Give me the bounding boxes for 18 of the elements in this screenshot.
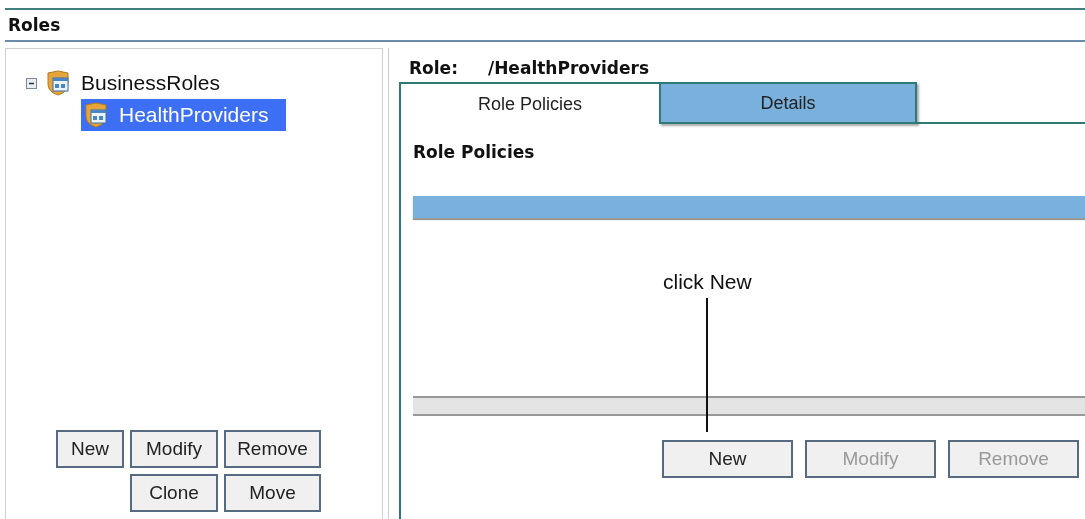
page-title: Roles — [8, 15, 61, 35]
tree-item[interactable]: HealthProviders — [81, 99, 287, 131]
action-button[interactable]: Modify — [130, 430, 218, 468]
section-title: Role Policies — [413, 142, 536, 162]
tree-item[interactable]: BusinessRoles — [43, 67, 238, 99]
action-button[interactable]: Move — [224, 474, 321, 512]
action-button[interactable]: Remove — [224, 430, 321, 468]
action-button[interactable]: Clone — [130, 474, 218, 512]
role-label: Role: — [409, 58, 458, 80]
shield-window-icon — [83, 102, 109, 128]
collapse-icon[interactable] — [26, 77, 37, 89]
action-button[interactable]: New — [56, 430, 124, 468]
scrollbar[interactable] — [413, 396, 1085, 416]
action-button[interactable]: New — [662, 440, 793, 478]
tab[interactable]: Details — [659, 82, 917, 124]
shield-window-icon — [45, 70, 71, 96]
role-path: /HealthProviders — [487, 58, 650, 80]
annotation-text: click New — [663, 270, 752, 294]
